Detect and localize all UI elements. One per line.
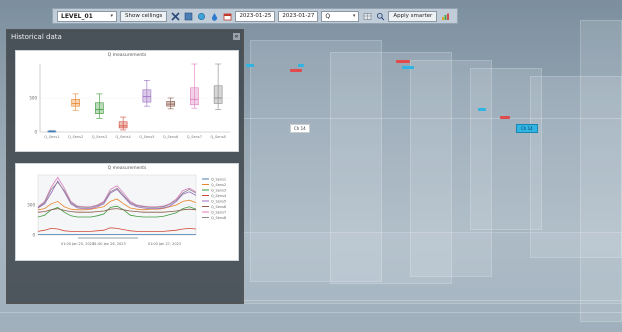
color-drop-icon[interactable] bbox=[209, 11, 219, 22]
table-icon[interactable] bbox=[362, 11, 372, 22]
measure-select-value: Q bbox=[325, 12, 331, 20]
x-tick-label: 01:00 Jan 27, 2023 bbox=[148, 242, 181, 246]
legend-label: Q_Sens2 bbox=[211, 183, 226, 187]
floor-edge bbox=[0, 312, 622, 313]
sensor-marker[interactable] bbox=[478, 108, 486, 111]
box-chart-card: Q measurements 0 500 Q_Sens1 Q_Sens2 Q_Sens3… bbox=[15, 50, 239, 152]
x-tick-label: Q_Sens1 bbox=[44, 135, 59, 139]
sensor-icon[interactable] bbox=[196, 11, 206, 22]
chevron-down-icon: ▾ bbox=[110, 13, 113, 19]
sensor-marker[interactable] bbox=[396, 60, 410, 63]
sensor-marker[interactable] bbox=[246, 64, 254, 67]
box-chart-title: Q measurements bbox=[107, 53, 147, 58]
box bbox=[71, 99, 80, 107]
range-slider bbox=[78, 237, 138, 239]
x-tick-label: Q_Sens8 bbox=[211, 135, 226, 139]
x-tick-label: Q_Sens4 bbox=[116, 135, 132, 139]
x-tick-label: Q_Sens2 bbox=[68, 135, 83, 139]
scissors-icon[interactable] bbox=[170, 11, 180, 22]
legend-label: Q_Sens5 bbox=[211, 199, 226, 203]
close-icon: ✕ bbox=[234, 33, 239, 40]
box-chart: 0 500 Q_Sens1 Q_Sens2 Q_Sens3 Q_Sens4 Q_Sens5 Q… bbox=[29, 63, 230, 139]
close-panel-button[interactable]: ✕ bbox=[233, 33, 240, 40]
y-tick-label: 0 bbox=[34, 130, 37, 135]
sensor-marker[interactable] bbox=[290, 69, 302, 72]
legend-label: Q_Sens3 bbox=[211, 188, 226, 192]
line-chart-title: Q measurements bbox=[107, 166, 147, 171]
sensor-marker[interactable] bbox=[298, 64, 304, 67]
floor-edge bbox=[242, 118, 622, 119]
x-tick-label: Q_Sens5 bbox=[139, 135, 154, 139]
x-tick-label: 01:00 Jan 25, 2023 bbox=[61, 242, 94, 246]
date-from-input[interactable]: 2023-01-25 bbox=[235, 10, 276, 22]
level-select-value: LEVEL_01 bbox=[61, 12, 93, 20]
panel-title: Historical data bbox=[11, 33, 62, 41]
box bbox=[118, 121, 128, 129]
y-tick-label: 500 bbox=[29, 96, 37, 101]
line-chart: 0 500 01:00 Jan 25, 202301:00 Jan 26, 2023… bbox=[27, 174, 227, 246]
sensor-marker[interactable] bbox=[402, 66, 414, 69]
x-tick-label: 01:00 Jan 26, 2023 bbox=[92, 242, 125, 246]
room-label[interactable]: Ch 14 bbox=[290, 124, 310, 133]
box bbox=[142, 89, 152, 103]
date-to-input[interactable]: 2023-01-27 bbox=[278, 10, 319, 22]
view-icon[interactable] bbox=[183, 11, 193, 22]
legend-label: Q_Sens8 bbox=[211, 216, 226, 220]
y-tick-label: 500 bbox=[27, 203, 35, 208]
apply-button[interactable]: Apply smarter bbox=[388, 10, 438, 22]
floor-edge bbox=[242, 300, 622, 301]
level-select[interactable]: LEVEL_01 ▾ bbox=[57, 10, 117, 22]
search-icon[interactable] bbox=[375, 11, 385, 22]
legend-label: Q_Sens1 bbox=[211, 177, 226, 181]
box bbox=[213, 85, 223, 104]
chart-icon[interactable] bbox=[440, 11, 450, 22]
top-toolbar: LEVEL_01 ▾ Show ceilings 2023-01-25 2023… bbox=[52, 8, 458, 24]
show-ceilings-button[interactable]: Show ceilings bbox=[120, 10, 168, 22]
box bbox=[190, 87, 199, 106]
floor-slab bbox=[242, 232, 622, 304]
legend-label: Q_Sens6 bbox=[211, 205, 226, 209]
x-tick-label: Q_Sens6 bbox=[163, 135, 178, 139]
legend-label: Q_Sens4 bbox=[211, 194, 227, 198]
measure-select[interactable]: Q ▾ bbox=[321, 10, 360, 22]
box bbox=[95, 102, 104, 114]
historical-data-panel: Historical data ✕ Q measurements 0 500 Q_S… bbox=[6, 29, 244, 304]
y-tick-label: 0 bbox=[32, 233, 35, 238]
selected-room-badge[interactable]: Ch 14 bbox=[516, 124, 538, 133]
x-tick-label: Q_Sens7 bbox=[187, 135, 202, 139]
sensor-marker[interactable] bbox=[500, 116, 510, 119]
x-tick-label: Q_Sens3 bbox=[92, 135, 107, 139]
chevron-down-icon: ▾ bbox=[352, 13, 356, 19]
calendar-icon[interactable] bbox=[222, 11, 232, 22]
legend-label: Q_Sens7 bbox=[211, 210, 226, 214]
line-chart-card: Q measurements 0 500 01:00 Jan 25, 2023 01:… bbox=[15, 163, 239, 261]
